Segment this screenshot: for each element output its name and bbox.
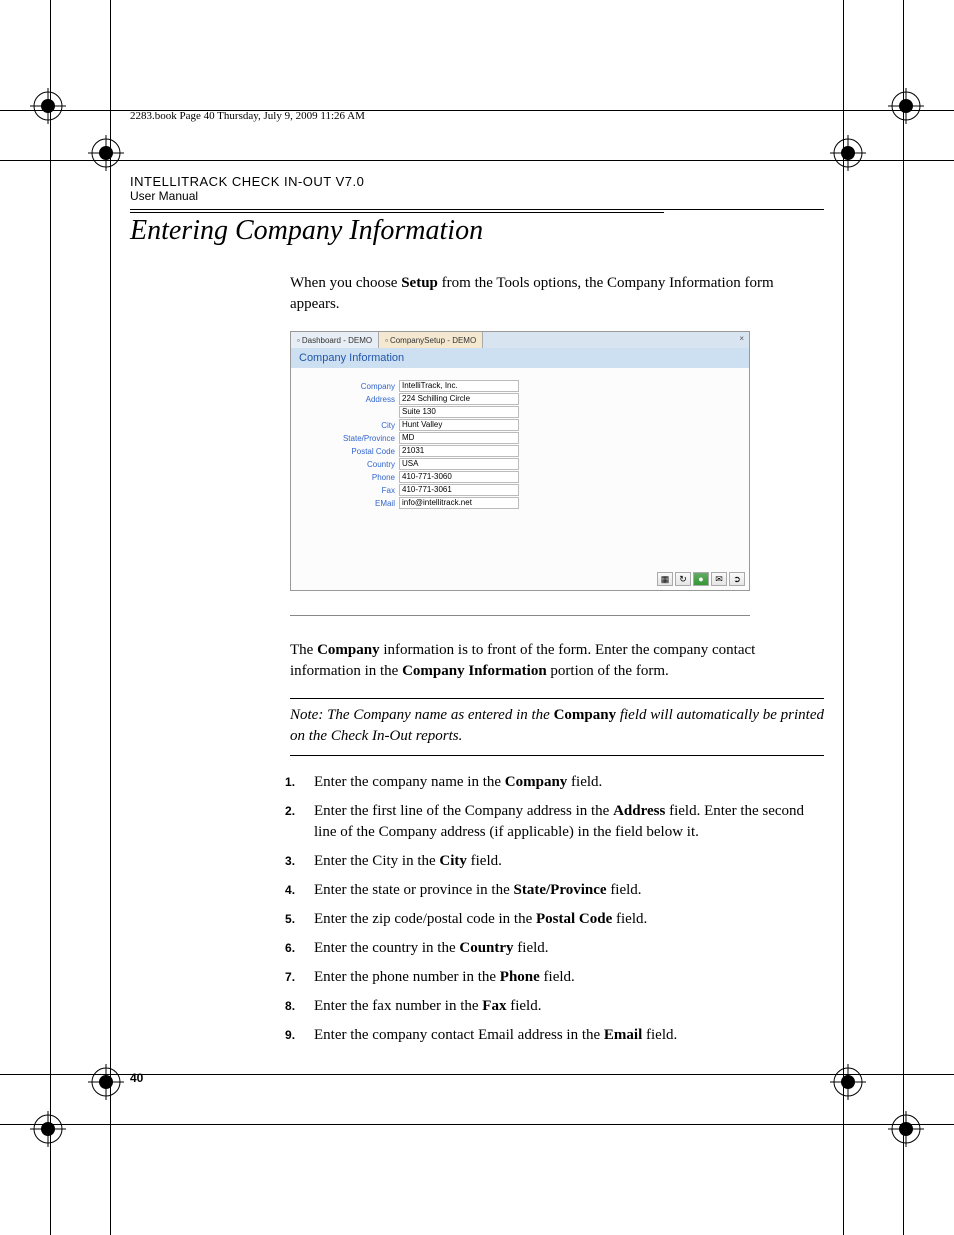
form-row: Phone410-771-3060 — [309, 471, 731, 483]
form-row: Suite 130 — [309, 406, 731, 418]
steps-list: Enter the company name in the Company fi… — [290, 772, 824, 1046]
page-content: 2283.book Page 40 Thursday, July 9, 2009… — [130, 110, 824, 1054]
form-body: CompanyIntelliTrack, Inc.Address224 Schi… — [291, 368, 749, 522]
form-row: Fax410-771-3061 — [309, 484, 731, 496]
globe-icon[interactable]: ● — [693, 572, 709, 586]
body-text-2: The Company information is to front of t… — [290, 640, 824, 1046]
refresh-icon[interactable]: ↻ — [675, 572, 691, 586]
form-label: Company — [309, 382, 399, 391]
doc-title: INTELLITRACK CHECK IN-OUT V7.0 — [130, 174, 824, 189]
form-row: Address224 Schilling Circle — [309, 393, 731, 405]
registration-mark-icon — [88, 135, 124, 171]
form-input[interactable]: 410-771-3060 — [399, 471, 519, 483]
form-input[interactable]: 410-771-3061 — [399, 484, 519, 496]
form-title: Company Information — [291, 348, 749, 368]
form-input[interactable]: MD — [399, 432, 519, 444]
form-row: CountryUSA — [309, 458, 731, 470]
exit-icon[interactable]: ➲ — [729, 572, 745, 586]
registration-mark-icon — [888, 88, 924, 124]
form-label: Phone — [309, 473, 399, 482]
body-text: When you choose Setup from the Tools opt… — [290, 273, 824, 315]
form-row: EMailinfo@intellitrack.net — [309, 497, 731, 509]
registration-mark-icon — [888, 1111, 924, 1147]
page-icon: ▫ — [385, 336, 388, 345]
form-input[interactable]: Suite 130 — [399, 406, 519, 418]
intro-paragraph: When you choose Setup from the Tools opt… — [290, 273, 824, 315]
step-item: Enter the country in the Country field. — [290, 938, 824, 959]
form-input[interactable]: IntelliTrack, Inc. — [399, 380, 519, 392]
form-label: EMail — [309, 499, 399, 508]
note-rule-bottom — [290, 755, 824, 756]
form-label: State/Province — [309, 434, 399, 443]
toolbar: ▦ ↻ ● ✉ ➲ — [657, 572, 745, 586]
tab-company-setup[interactable]: ▫ CompanySetup - DEMO — [379, 332, 483, 348]
embedded-screenshot: ▫ Dashboard - DEMO ▫ CompanySetup - DEMO… — [290, 331, 750, 591]
page-number: 40 — [130, 1071, 143, 1085]
step-item: Enter the phone number in the Phone fiel… — [290, 967, 824, 988]
form-input[interactable]: info@intellitrack.net — [399, 497, 519, 509]
tab-strip: ▫ Dashboard - DEMO ▫ CompanySetup - DEMO… — [291, 332, 749, 348]
form-input[interactable]: 21031 — [399, 445, 519, 457]
mail-icon[interactable]: ✉ — [711, 572, 727, 586]
step-item: Enter the City in the City field. — [290, 851, 824, 872]
step-item: Enter the company contact Email address … — [290, 1025, 824, 1046]
registration-mark-icon — [88, 1064, 124, 1100]
form-label: Country — [309, 460, 399, 469]
step-item: Enter the company name in the Company fi… — [290, 772, 824, 793]
form-row: CityHunt Valley — [309, 419, 731, 431]
form-label: Postal Code — [309, 447, 399, 456]
title-rule — [130, 212, 664, 213]
running-header: 2283.book Page 40 Thursday, July 9, 2009… — [130, 110, 824, 122]
note-rule-top — [290, 698, 824, 699]
form-row: CompanyIntelliTrack, Inc. — [309, 380, 731, 392]
tab-dashboard[interactable]: ▫ Dashboard - DEMO — [291, 332, 379, 348]
step-item: Enter the zip code/postal code in the Po… — [290, 909, 824, 930]
section-title: Entering Company Information — [130, 215, 824, 247]
step-item: Enter the state or province in the State… — [290, 880, 824, 901]
registration-mark-icon — [30, 88, 66, 124]
step-item: Enter the first line of the Company addr… — [290, 801, 824, 843]
form-label: Address — [309, 395, 399, 404]
form-row: Postal Code21031 — [309, 445, 731, 457]
step-item: Enter the fax number in the Fax field. — [290, 996, 824, 1017]
doc-subtitle: User Manual — [130, 189, 824, 203]
close-icon[interactable]: × — [734, 332, 749, 348]
note-block: Note: The Company name as entered in the… — [290, 705, 824, 747]
form-input[interactable]: USA — [399, 458, 519, 470]
form-row: State/ProvinceMD — [309, 432, 731, 444]
header-rule — [130, 209, 824, 210]
form-input[interactable]: 224 Schilling Circle — [399, 393, 519, 405]
company-info-paragraph: The Company information is to front of t… — [290, 640, 824, 682]
form-input[interactable]: Hunt Valley — [399, 419, 519, 431]
registration-mark-icon — [30, 1111, 66, 1147]
form-label: City — [309, 421, 399, 430]
form-label: Fax — [309, 486, 399, 495]
grid-icon[interactable]: ▦ — [657, 572, 673, 586]
screenshot-rule — [290, 615, 750, 616]
page-icon: ▫ — [297, 336, 300, 345]
registration-mark-icon — [830, 1064, 866, 1100]
registration-mark-icon — [830, 135, 866, 171]
